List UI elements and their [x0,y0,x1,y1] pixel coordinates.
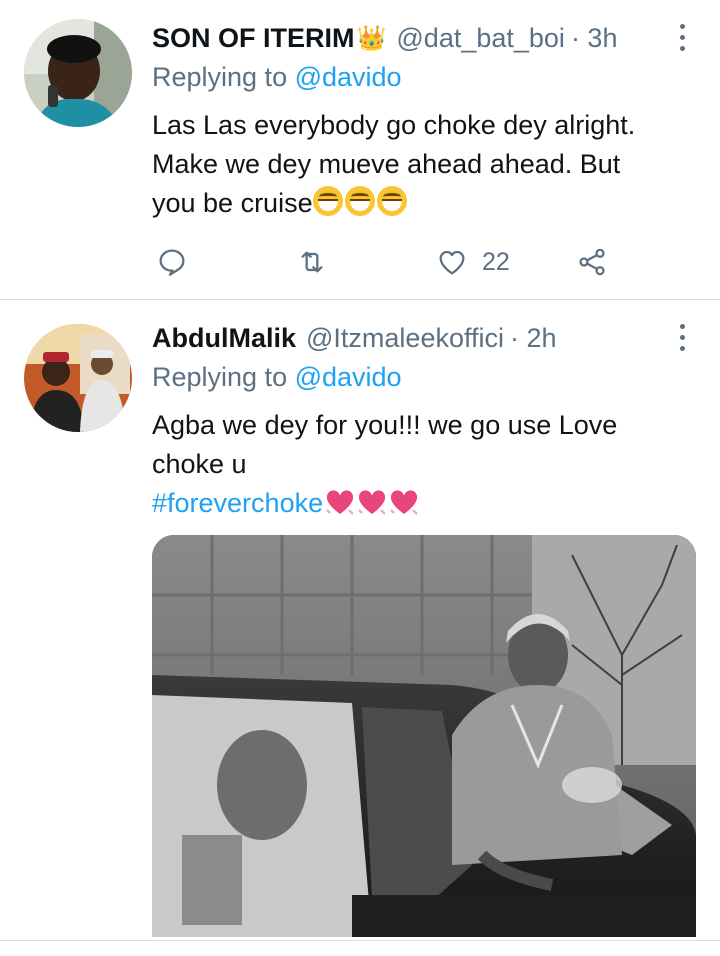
replying-to: Replying to @davido [152,362,402,392]
timestamp[interactable]: · 2h [510,323,557,354]
tweet-1[interactable]: SON OF ITERIM 👑 @dat_bat_boi · 3h Replyi… [0,0,720,300]
avatar[interactable] [24,324,132,432]
share-button[interactable] [576,242,608,282]
tweet-header: AbdulMalik @Itzmaleekoffici · 2h [152,318,700,358]
more-options-icon[interactable] [672,318,692,358]
like-button[interactable]: 22 [436,242,510,282]
tweet-text: Agba we dey for you!!! we go use Love ch… [152,410,618,479]
reply-button[interactable] [156,242,188,282]
crown-icon: 👑 [356,24,387,52]
more-options-icon[interactable] [672,18,692,58]
tweet-media-image[interactable] [152,535,696,937]
timestamp[interactable]: · 3h [571,23,618,54]
retweet-icon [301,251,323,273]
handle[interactable]: @dat_bat_boi [396,23,565,54]
grinning-emoji-icon [312,186,343,216]
display-name[interactable]: AbdulMalik [152,323,296,354]
hashtag-line: #foreverchoke [152,484,419,523]
sparkling-heart-icon [326,490,354,515]
divider [0,940,720,941]
avatar[interactable] [24,19,132,127]
heart-icon [439,250,465,275]
display-name[interactable]: SON OF ITERIM [152,23,355,54]
hashtag-link[interactable]: #foreverchoke [152,488,323,518]
grinning-emoji-icon [376,186,407,216]
tweet-header: SON OF ITERIM 👑 @dat_bat_boi · 3h [152,18,700,58]
reply-mention-link[interactable]: @davido [295,62,402,92]
grinning-emoji-icon [344,186,375,216]
reply-mention-link[interactable]: @davido [295,362,402,392]
handle[interactable]: @Itzmaleekoffici [306,323,504,354]
share-icon [579,248,605,276]
tweet-text: Las Las everybody go choke dey alright. … [152,110,636,218]
like-count: 22 [482,247,510,276]
sparkling-heart-icon [358,490,386,515]
reply-icon [159,249,185,276]
retweet-button[interactable] [296,242,328,282]
tweet-actions: 22 [152,242,672,282]
replying-to: Replying to @davido [152,62,402,92]
sparkling-heart-icon [390,490,418,515]
